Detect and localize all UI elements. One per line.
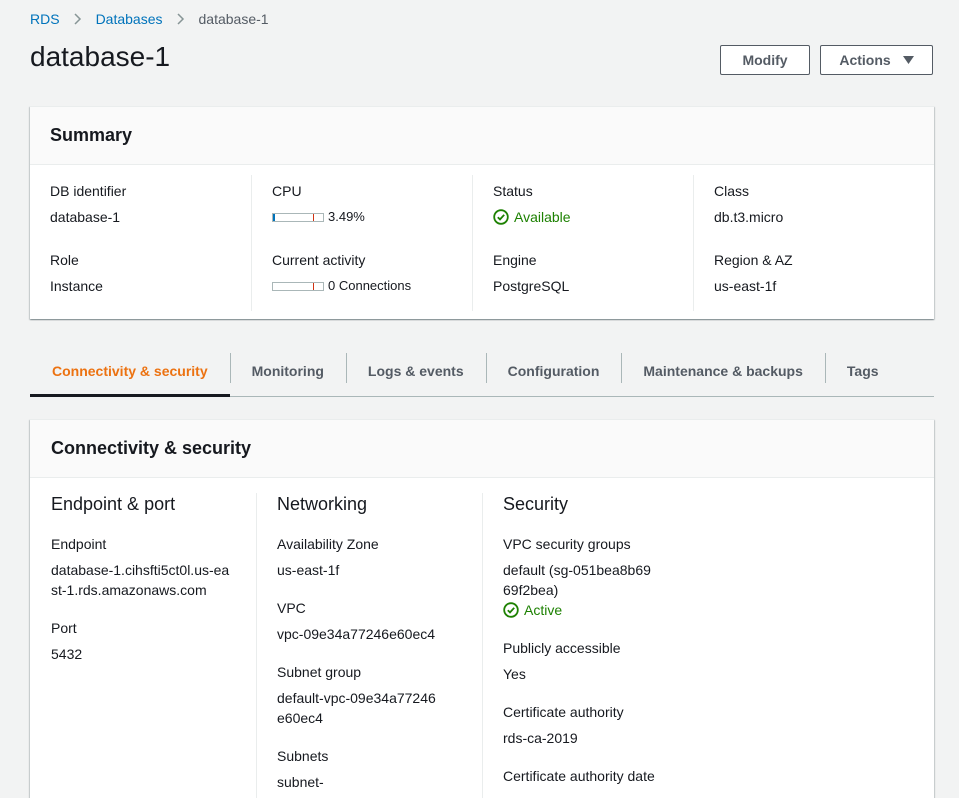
summary-title: Summary (30, 107, 934, 165)
networking-title: Networking (277, 494, 368, 514)
security-column: Security VPC security groups default (sg… (482, 493, 932, 798)
cpu-value: 3.49% (328, 209, 365, 224)
endpoint-port-title: Endpoint & port (51, 494, 176, 514)
tab-logs-events[interactable]: Logs & events (345, 345, 486, 396)
summary-panel: Summary DB identifier database-1 Role In… (30, 106, 934, 319)
vpc-label: VPC (277, 600, 306, 616)
region-label: Region & AZ (714, 252, 793, 268)
security-group-status: Active (503, 600, 911, 620)
summary-column-identifier: DB identifier database-1 Role Instance (30, 175, 251, 311)
detail-tabs: Connectivity & security Monitoring Logs … (30, 345, 934, 397)
cpu-progress-bar (272, 212, 324, 222)
status-value: Available (493, 208, 673, 226)
subnets-label: Subnets (277, 748, 329, 764)
role-value: Instance (50, 278, 103, 294)
connectivity-security-panel: Connectivity & security Endpoint & port … (30, 419, 934, 798)
summary-column-class: Class db.t3.micro Region & AZ us-east-1f (693, 175, 914, 311)
endpoint-value: database-1.cihsfti5ct0l.us-east-1.rds.am… (51, 562, 230, 598)
breadcrumb-rds-link[interactable]: RDS (30, 11, 60, 27)
caret-down-icon (902, 56, 914, 64)
breadcrumb-databases-link[interactable]: Databases (96, 11, 163, 27)
security-group-link[interactable]: default (sg-051bea8b6969f2bea) (503, 560, 653, 600)
endpoint-label: Endpoint (51, 536, 107, 552)
subnet-link[interactable]: subnet- (277, 772, 461, 792)
cpu-threshold-marker (313, 213, 314, 221)
publicly-accessible-value: Yes (503, 666, 526, 682)
tab-monitoring[interactable]: Monitoring (229, 345, 346, 396)
cpu-label: CPU (272, 183, 302, 199)
port-label: Port (51, 620, 77, 636)
current-activity-label: Current activity (272, 252, 366, 268)
summary-column-status: Status Available Engine PostgreSQL (472, 175, 693, 311)
db-identifier-label: DB identifier (50, 183, 127, 199)
region-value: us-east-1f (714, 278, 777, 294)
certificate-authority-date-label: Certificate authority date (503, 768, 655, 784)
actions-dropdown-button[interactable]: Actions (820, 45, 933, 75)
activity-progress-bar (272, 281, 324, 291)
page-title: database-1 (30, 41, 171, 72)
connectivity-title: Connectivity & security (30, 420, 934, 478)
chevron-right-icon (74, 13, 82, 25)
status-text: Available (514, 209, 571, 225)
class-label: Class (714, 183, 750, 199)
modify-button-label: Modify (742, 52, 788, 68)
role-label: Role (50, 252, 79, 268)
cpu-meter: 3.49% (272, 208, 452, 226)
subnet-group-label: Subnet group (277, 664, 362, 680)
breadcrumb-current: database-1 (198, 11, 269, 27)
certificate-authority-value: rds-ca-2019 (503, 730, 578, 746)
subnet-group-value: default-vpc-09e34a77246e60ec4 (277, 690, 436, 726)
tab-configuration[interactable]: Configuration (485, 345, 622, 396)
vpc-link[interactable]: vpc-09e34a77246e60ec4 (277, 624, 461, 644)
engine-label: Engine (493, 252, 537, 268)
cpu-progress-fill (273, 213, 275, 221)
chevron-right-icon (176, 13, 185, 25)
port-value: 5432 (51, 646, 83, 662)
modify-button[interactable]: Modify (720, 45, 810, 75)
security-group-status-text: Active (524, 602, 563, 618)
networking-column: Networking Availability Zone us-east-1f … (256, 493, 482, 798)
availability-zone-value: us-east-1f (277, 562, 340, 578)
class-value: db.t3.micro (714, 209, 784, 225)
availability-zone-label: Availability Zone (277, 536, 379, 552)
engine-value: PostgreSQL (493, 278, 570, 294)
activity-meter: 0 Connections (272, 277, 452, 295)
breadcrumb: RDS Databases database-1 (30, 11, 269, 27)
tab-tags[interactable]: Tags (824, 345, 901, 396)
db-identifier-value: database-1 (50, 209, 121, 225)
current-activity-value: 0 Connections (328, 278, 412, 293)
publicly-accessible-label: Publicly accessible (503, 640, 621, 656)
summary-column-cpu: CPU 3.49% Current activity 0 Connections (251, 175, 472, 311)
endpoint-port-column: Endpoint & port Endpoint database-1.cihs… (30, 493, 256, 798)
activity-threshold-marker (313, 282, 314, 290)
actions-button-label: Actions (839, 52, 891, 68)
security-title: Security (503, 494, 569, 514)
status-label: Status (493, 183, 533, 199)
check-circle-icon (503, 602, 519, 618)
certificate-authority-label: Certificate authority (503, 704, 624, 720)
tab-connectivity-security[interactable]: Connectivity & security (30, 345, 230, 397)
check-circle-icon (493, 209, 509, 225)
vpc-security-groups-label: VPC security groups (503, 536, 631, 552)
tab-maintenance-backups[interactable]: Maintenance & backups (621, 345, 825, 396)
